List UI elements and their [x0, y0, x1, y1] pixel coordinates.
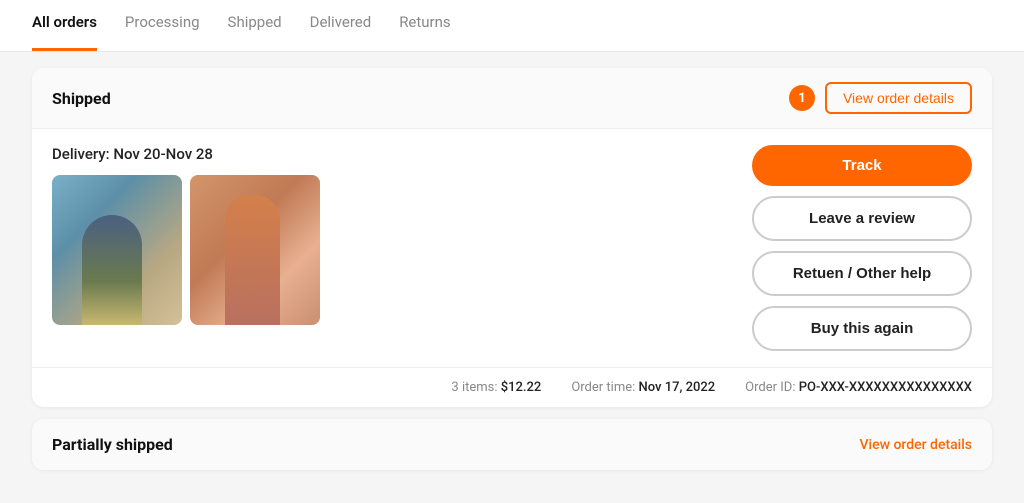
- return-help-button[interactable]: Retuen / Other help: [752, 251, 972, 296]
- tabs-bar: All orders Processing Shipped Delivered …: [0, 0, 1024, 52]
- tab-shipped[interactable]: Shipped: [228, 0, 282, 51]
- items-price: $12.22: [501, 380, 542, 395]
- order-id-value: PO-XXX-XXXXXXXXXXXXXXX: [799, 380, 972, 395]
- card-header-right: 1 View order details: [789, 82, 972, 114]
- order-status-label: Shipped: [52, 89, 111, 108]
- order-id-info: Order ID: PO-XXX-XXXXXXXXXXXXXXX: [745, 380, 972, 395]
- card-body: Delivery: Nov 20-Nov 28 Track Leave a re…: [32, 129, 992, 367]
- delivery-date: Delivery: Nov 20-Nov 28: [52, 145, 732, 163]
- main-content: Shipped 1 View order details Delivery: N…: [0, 52, 1024, 486]
- order-id-label: Order ID:: [745, 380, 795, 395]
- partial-view-order-details-link[interactable]: View order details: [860, 437, 973, 453]
- partial-card-header: Partially shipped View order details: [32, 419, 992, 470]
- leave-review-button[interactable]: Leave a review: [752, 196, 972, 241]
- card-body-right: Track Leave a review Retuen / Other help…: [752, 145, 972, 351]
- items-label: 3 items:: [451, 380, 497, 395]
- product-images: [52, 175, 732, 325]
- page-container: All orders Processing Shipped Delivered …: [0, 0, 1024, 503]
- tab-delivered[interactable]: Delivered: [310, 0, 372, 51]
- shipped-order-card: Shipped 1 View order details Delivery: N…: [32, 68, 992, 407]
- tab-all-orders[interactable]: All orders: [32, 0, 97, 51]
- card-body-left: Delivery: Nov 20-Nov 28: [52, 145, 732, 325]
- card-footer: 3 items: $12.22 Order time: Nov 17, 2022…: [32, 367, 992, 407]
- order-time-label: Order time:: [571, 380, 635, 395]
- order-time-value: Nov 17, 2022: [639, 380, 716, 395]
- card-header: Shipped 1 View order details: [32, 68, 992, 129]
- tab-returns[interactable]: Returns: [399, 0, 450, 51]
- product-image-1[interactable]: [52, 175, 182, 325]
- tab-processing[interactable]: Processing: [125, 0, 200, 51]
- track-button[interactable]: Track: [752, 145, 972, 186]
- items-info: 3 items: $12.22: [451, 380, 541, 395]
- buy-again-button[interactable]: Buy this again: [752, 306, 972, 351]
- order-time-info: Order time: Nov 17, 2022: [571, 380, 715, 395]
- notification-badge: 1: [789, 85, 815, 111]
- partial-order-card: Partially shipped View order details: [32, 419, 992, 470]
- view-order-details-button[interactable]: View order details: [825, 82, 972, 114]
- partial-order-status-label: Partially shipped: [52, 435, 173, 454]
- product-image-2[interactable]: [190, 175, 320, 325]
